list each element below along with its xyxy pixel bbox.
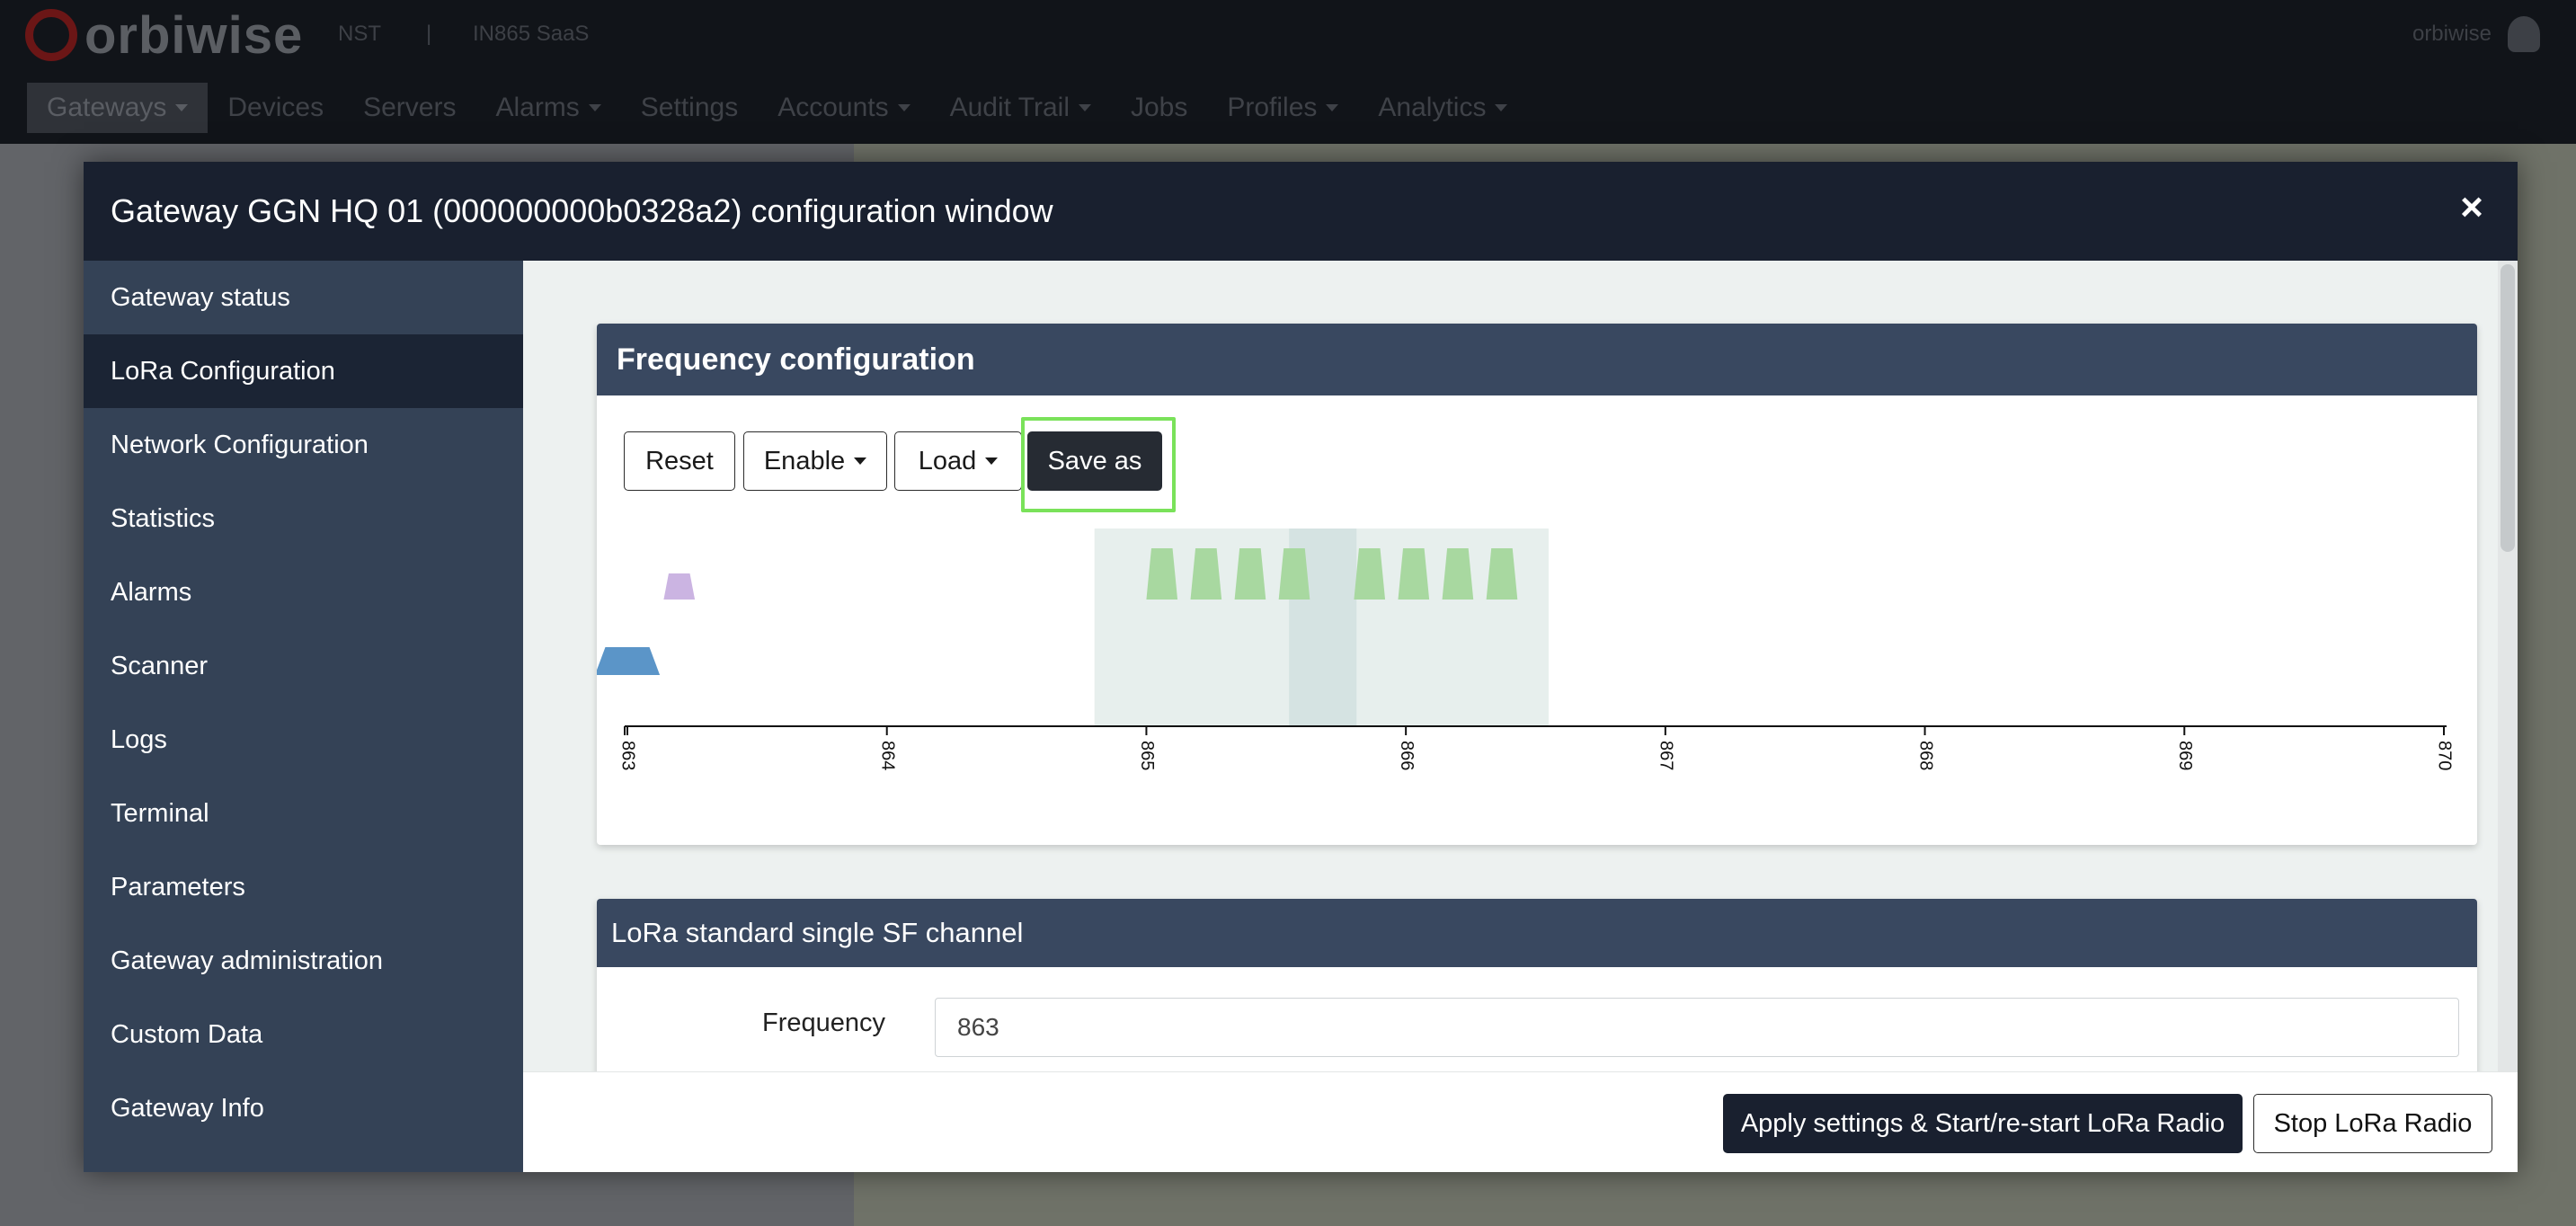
nav-label: Audit Trail [949,93,1070,122]
chart-tick-label: 866 [1397,741,1417,770]
sidebar-item-lora-configuration[interactable]: LoRa Configuration [84,334,523,408]
brand-name: orbiwise [84,5,304,65]
nav-label: Analytics [1378,93,1487,122]
nav-audit-trail[interactable]: Audit Trail [930,83,1111,133]
sidebar-item-network-configuration[interactable]: Network Configuration [84,408,523,482]
modal-title: Gateway GGN HQ 01 (000000000b0328a2) con… [111,192,1053,229]
nav-servers[interactable]: Servers [343,83,475,133]
nav-label: Jobs [1131,93,1188,122]
nav-gateways[interactable]: Gateways [27,83,209,133]
nav-label: Gateways [47,93,167,122]
nav-settings[interactable]: Settings [621,83,758,133]
chart-channel[interactable] [1190,548,1222,600]
chevron-down-icon [175,104,189,111]
chart-channel[interactable] [1354,548,1386,600]
chart-channel[interactable] [1234,548,1266,600]
brand-meta-separator: | [426,22,432,46]
top-navbar: orbiwise NST | IN865 SaaS orbiwise Gatew… [0,0,2576,144]
sidebar-item-terminal[interactable]: Terminal [84,777,523,850]
frequency-configuration-card: Frequency configuration Reset Enable Loa… [597,324,2477,845]
nav-alarms[interactable]: Alarms [475,83,620,133]
chart-channel[interactable] [1442,548,1474,600]
chevron-down-icon [1079,104,1091,111]
chevron-down-icon [588,104,601,111]
chart-channel[interactable] [1486,548,1518,600]
nav-accounts[interactable]: Accounts [758,83,929,133]
sidebar-item-gateway-info[interactable]: Gateway Info [84,1071,523,1145]
frequency-label: Frequency [762,1008,886,1037]
chart-channel[interactable] [597,647,661,675]
sidebar-item-custom-data[interactable]: Custom Data [84,998,523,1071]
chart-tick-label: 867 [1657,741,1676,770]
sidebar-item-scanner[interactable]: Scanner [84,629,523,703]
main-nav: Gateways Devices Servers Alarms Settings Acco… [27,83,1527,133]
nav-label: Accounts [777,93,889,122]
chart-tick-label: 870 [2435,741,2455,770]
chart-channel[interactable] [1278,548,1310,600]
sidebar-item-logs[interactable]: Logs [84,703,523,777]
chevron-down-icon [1326,104,1339,111]
nav-analytics[interactable]: Analytics [1358,83,1527,133]
frequency-plan-chart[interactable]: 863 864 865 866 867 868 869 870 [597,324,2477,845]
single-sf-channel-card: LoRa standard single SF channel Frequenc… [597,899,2477,1071]
stop-lora-radio-button[interactable]: Stop LoRa Radio [2253,1094,2492,1153]
nav-devices[interactable]: Devices [208,83,343,133]
brand-logo-icon [25,9,77,61]
apply-settings-restart-radio-button[interactable]: Apply settings & Start/re-start LoRa Rad… [1723,1094,2243,1153]
scrollbar-thumb[interactable] [2500,264,2515,552]
nav-label: Alarms [495,93,580,122]
config-sidebar: Gateway status LoRa Configuration Network … [84,261,523,1172]
nav-label: Settings [640,93,739,122]
gateway-config-modal: Gateway GGN HQ 01 (000000000b0328a2) con… [84,162,2518,1172]
sidebar-item-statistics[interactable]: Statistics [84,482,523,555]
sidebar-item-parameters[interactable]: Parameters [84,850,523,924]
content-scrollbar[interactable] [2498,261,2518,1071]
single-sf-channel-title: LoRa standard single SF channel [597,899,2477,967]
sidebar-item-gateway-status[interactable]: Gateway status [84,261,523,334]
sidebar-item-gateway-administration[interactable]: Gateway administration [84,924,523,998]
chart-channel[interactable] [1398,548,1430,600]
modal-header: Gateway GGN HQ 01 (000000000b0328a2) con… [84,162,2518,261]
chart-channel[interactable] [663,573,696,600]
chart-tick-label: 869 [2175,741,2195,770]
user-menu[interactable]: orbiwise [2412,16,2540,52]
config-content: Frequency configuration Reset Enable Loa… [523,261,2518,1071]
close-icon[interactable]: × [2449,185,2494,230]
chart-tick-label: 868 [1915,741,1935,770]
chart-channel[interactable] [1146,548,1178,600]
chart-tick-label: 863 [618,741,638,770]
sidebar-item-alarms[interactable]: Alarms [84,555,523,629]
nav-label: Servers [363,93,457,122]
chart-tick-label: 865 [1137,741,1157,770]
brand: orbiwise [25,4,303,67]
frequency-input[interactable] [935,998,2459,1057]
brand-meta-plan: IN865 SaaS [473,22,590,46]
modal-footer: Apply settings & Start/re-start LoRa Rad… [523,1071,2518,1172]
nav-label: Profiles [1227,93,1318,122]
nav-label: Devices [227,93,324,122]
nav-jobs[interactable]: Jobs [1111,83,1207,133]
chevron-down-icon [1495,104,1508,111]
nav-profiles[interactable]: Profiles [1207,83,1358,133]
chevron-down-icon [897,104,910,111]
brand-meta-nst: NST [338,22,381,46]
user-name: orbiwise [2412,22,2492,46]
user-icon [2508,16,2540,52]
chart-tick-label: 864 [877,741,897,770]
